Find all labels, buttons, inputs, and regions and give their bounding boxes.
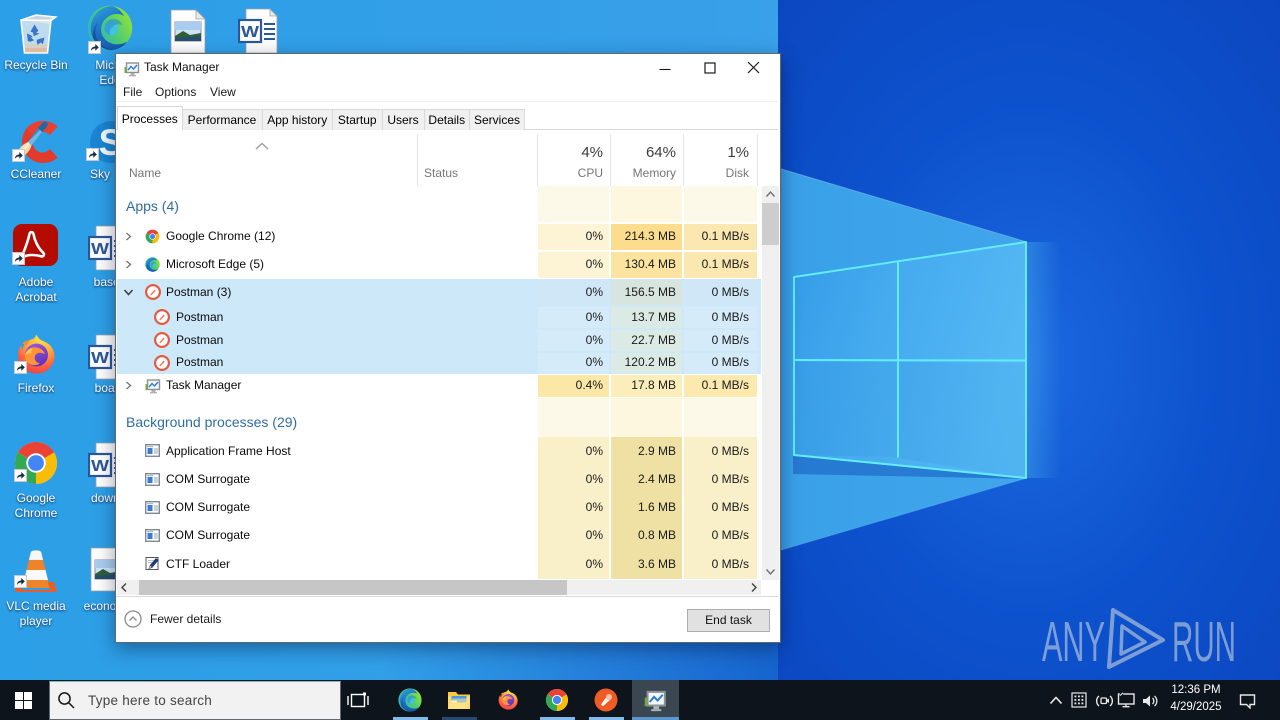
svg-text:W: W [241, 24, 260, 41]
svg-text:W: W [91, 458, 110, 475]
svg-text:ANY: ANY [1042, 610, 1105, 674]
svg-text:S: S [99, 122, 116, 163]
svg-text:W: W [91, 241, 110, 258]
svg-text:W: W [91, 350, 110, 367]
svg-text:RUN: RUN [1172, 610, 1236, 674]
